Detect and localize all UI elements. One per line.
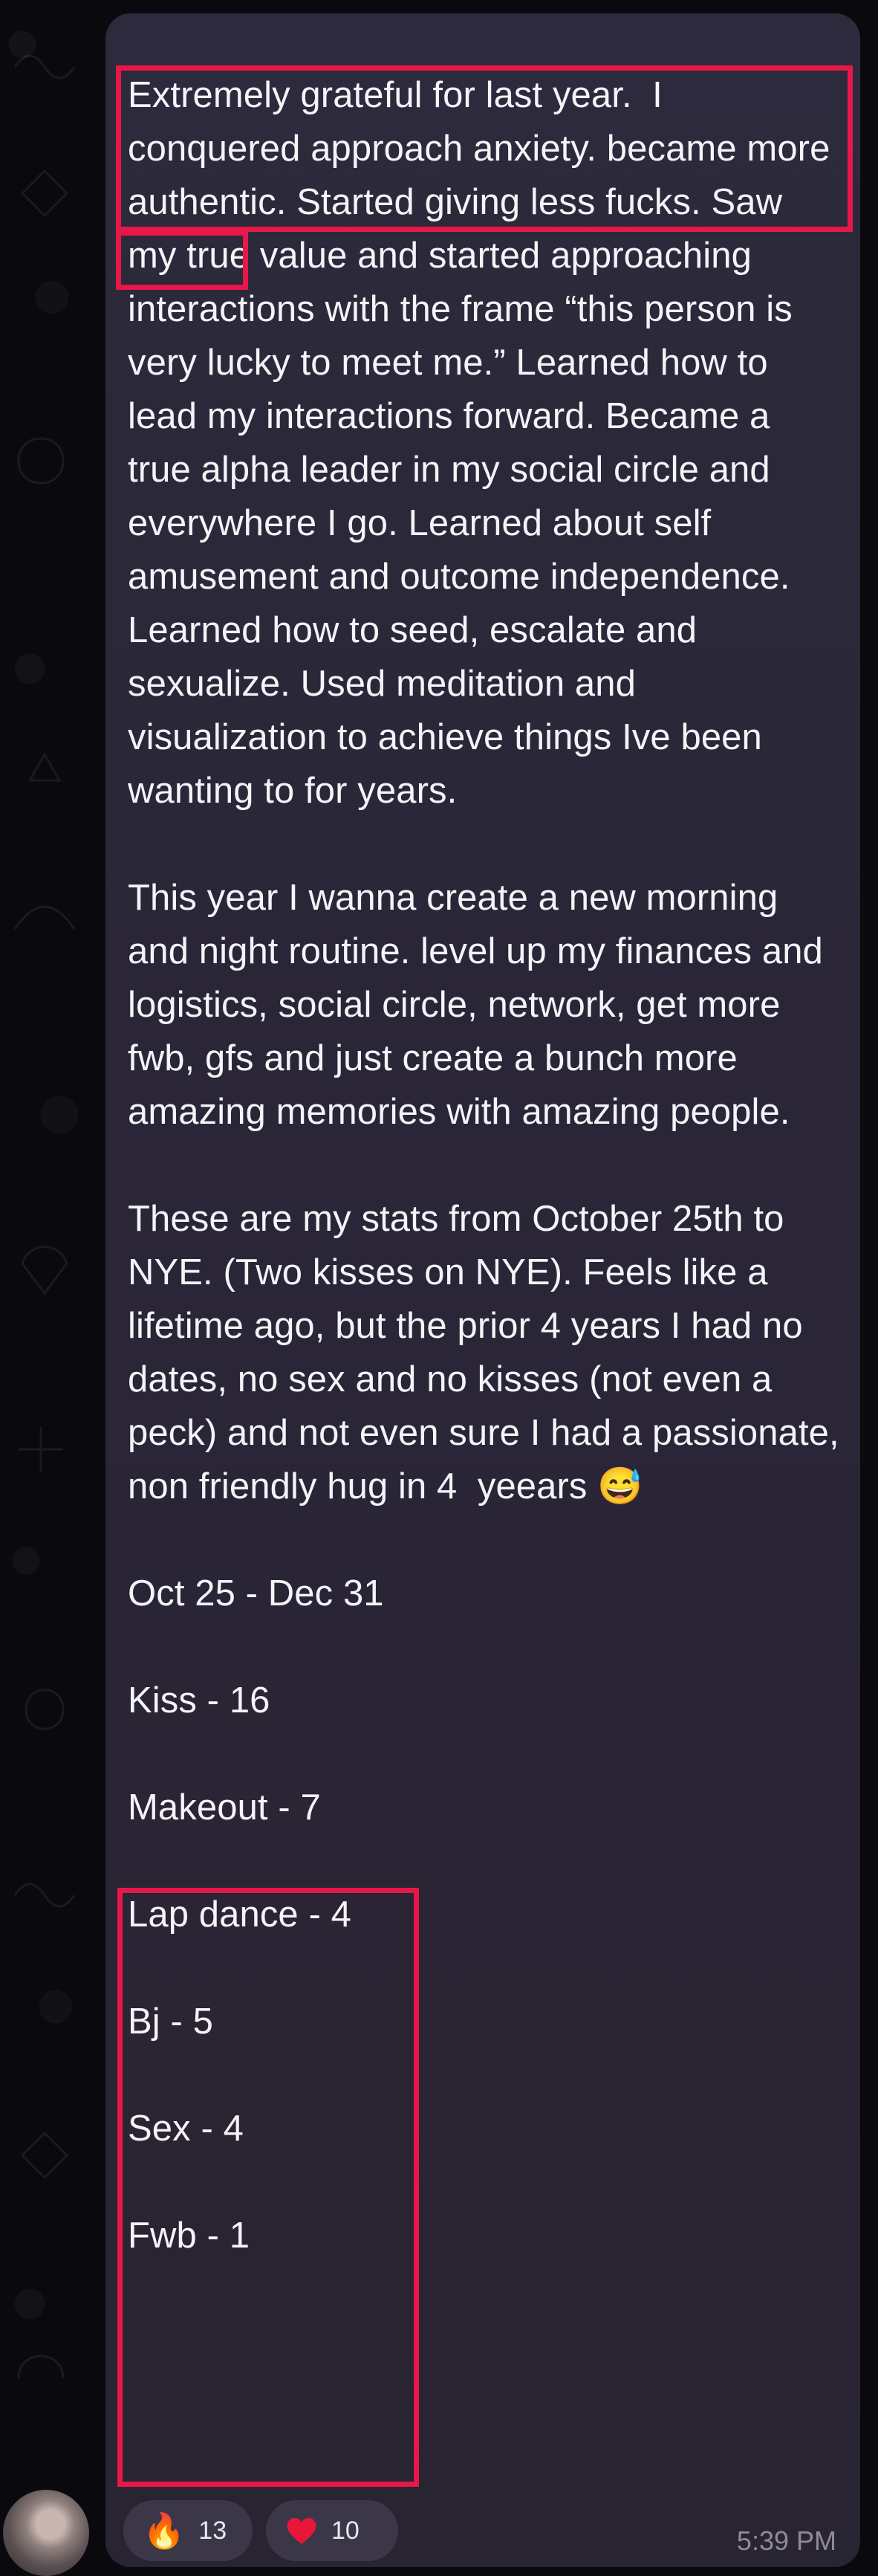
reaction-bar: 🔥 13 10 (123, 2500, 406, 2561)
date-range: Oct 25 - Dec 31 (128, 1573, 384, 1614)
heart-icon (287, 2517, 316, 2544)
reaction-heart[interactable]: 10 (266, 2500, 398, 2561)
reaction-heart-count: 10 (331, 2516, 360, 2545)
highlight-box-fucks (116, 230, 248, 290)
fire-icon: 🔥 (143, 2511, 186, 2550)
reaction-fire[interactable]: 🔥 13 (123, 2500, 253, 2561)
message-paragraph-2: This year I wanna create a new morning a… (128, 878, 833, 1132)
message-timestamp: 5:39 PM (736, 2525, 836, 2556)
stat-makeout: Makeout - 7 (128, 1787, 321, 1828)
message-paragraph-3: These are my stats from October 25th to … (128, 1199, 850, 1507)
wallpaper-doodles-icon (13, 54, 76, 2379)
highlight-box-stats (117, 1888, 419, 2487)
stat-kiss: Kiss - 16 (128, 1680, 270, 1721)
reaction-fire-count: 13 (198, 2516, 227, 2545)
sender-avatar[interactable] (3, 2490, 89, 2576)
highlight-box-opening (116, 65, 853, 232)
